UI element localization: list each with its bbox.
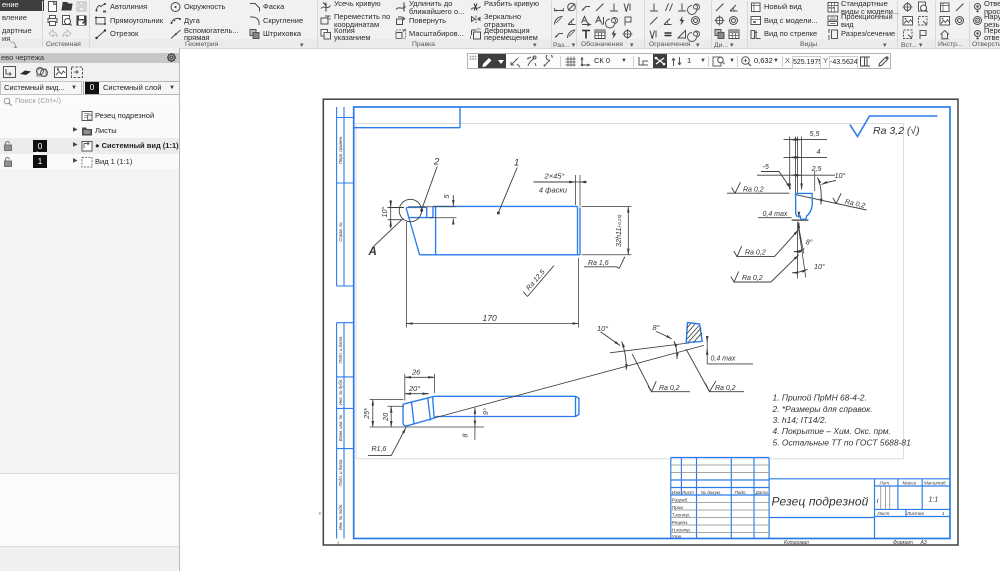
svg-text:Справ. №: Справ. № bbox=[338, 222, 343, 242]
svg-text:170: 170 bbox=[483, 313, 497, 323]
svg-text:Ra 0,2: Ra 0,2 bbox=[659, 385, 680, 392]
svg-text:25*: 25* bbox=[364, 408, 371, 420]
svg-text:А: А bbox=[368, 246, 377, 258]
svg-text:26: 26 bbox=[411, 367, 421, 376]
svg-text:4: 4 bbox=[817, 147, 821, 156]
svg-text:Подп. и дата: Подп. и дата bbox=[338, 336, 343, 364]
svg-text:20: 20 bbox=[383, 413, 390, 422]
svg-text:R1,6: R1,6 bbox=[372, 446, 387, 453]
svg-text:1. Припой ПрМН 68-4-2.: 1. Припой ПрМН 68-4-2. bbox=[773, 393, 867, 403]
svg-text:Пров.: Пров. bbox=[672, 505, 684, 510]
svg-text:Подп. и дата: Подп. и дата bbox=[338, 459, 343, 487]
svg-text:10°: 10° bbox=[380, 206, 389, 217]
svg-text:Т.контр.: Т.контр. bbox=[672, 512, 691, 517]
svg-text:А3: А3 bbox=[920, 540, 927, 546]
svg-text:0,4 max: 0,4 max bbox=[711, 355, 736, 362]
svg-text:Утв.: Утв. bbox=[672, 534, 682, 539]
svg-text:Лист: Лист bbox=[681, 490, 694, 495]
svg-text:Масса: Масса bbox=[903, 481, 917, 486]
svg-text:8: 8 bbox=[463, 433, 470, 437]
svg-text:Изм.: Изм. bbox=[672, 490, 682, 495]
svg-text:Масштаб: Масштаб bbox=[924, 481, 946, 486]
svg-text:5. Остальные ТТ по ГОСТ 5688-8: 5. Остальные ТТ по ГОСТ 5688-81 bbox=[773, 437, 911, 447]
svg-text:-5: -5 bbox=[763, 162, 770, 171]
svg-text:Ra 1,6: Ra 1,6 bbox=[588, 260, 609, 267]
svg-text:2,5: 2,5 bbox=[811, 164, 823, 173]
svg-text:20°: 20° bbox=[408, 384, 420, 393]
svg-text:10°: 10° bbox=[814, 262, 825, 271]
svg-text:Инв. № дубл.: Инв. № дубл. bbox=[338, 379, 343, 405]
svg-text:4 фаски: 4 фаски bbox=[539, 186, 568, 195]
svg-text:3. h14; IT14/2.: 3. h14; IT14/2. bbox=[773, 415, 827, 425]
svg-text:Резец подрезной: Резец подрезной bbox=[772, 495, 869, 509]
svg-text:Ra 3,2 (√): Ra 3,2 (√) bbox=[873, 125, 920, 137]
svg-text:№ докум.: № докум. bbox=[701, 490, 721, 495]
svg-text:10°: 10° bbox=[835, 171, 846, 180]
svg-text:1: 1 bbox=[942, 511, 945, 516]
svg-text:1: 1 bbox=[514, 158, 519, 169]
svg-text:Н.контр.: Н.контр. bbox=[672, 527, 691, 532]
svg-text:5,5: 5,5 bbox=[810, 129, 821, 138]
svg-text:Листов: Листов bbox=[906, 511, 924, 516]
svg-text:Ra 0,2: Ra 0,2 bbox=[742, 275, 763, 282]
svg-text:Ra 0,2: Ra 0,2 bbox=[745, 250, 766, 257]
svg-text:Формат: Формат bbox=[893, 540, 913, 546]
svg-text:10°: 10° bbox=[597, 324, 608, 333]
svg-text:2×45°: 2×45° bbox=[544, 172, 565, 181]
svg-text:0,4 max: 0,4 max bbox=[763, 211, 788, 218]
svg-text:Лит.: Лит. bbox=[879, 481, 891, 486]
svg-text:Перв. примен.: Перв. примен. bbox=[338, 136, 343, 165]
svg-text:Дата: Дата bbox=[755, 490, 769, 495]
svg-text:2. *Размеры для справок.: 2. *Размеры для справок. bbox=[772, 404, 873, 414]
svg-text:Ra 0,2: Ra 0,2 bbox=[743, 186, 764, 193]
svg-text:4. Покрытие – Хим. Окс. прм.: 4. Покрытие – Хим. Окс. прм. bbox=[773, 426, 891, 436]
svg-text:8°: 8° bbox=[806, 237, 813, 246]
svg-text:8°: 8° bbox=[653, 323, 660, 332]
svg-text:Инв. № подл.: Инв. № подл. bbox=[338, 504, 343, 531]
svg-text:Лист: Лист bbox=[877, 511, 890, 516]
svg-text:Разраб.: Разраб. bbox=[672, 497, 689, 502]
svg-text:Ra 0,2: Ra 0,2 bbox=[715, 385, 736, 392]
svg-text:Взам. инв. №: Взам. инв. № bbox=[338, 414, 343, 441]
svg-text:Копировал: Копировал bbox=[784, 540, 809, 546]
svg-text:x: x bbox=[319, 511, 322, 517]
svg-text:1:1: 1:1 bbox=[929, 497, 939, 504]
svg-text:2: 2 bbox=[433, 157, 440, 168]
svg-text:Подп.: Подп. bbox=[735, 490, 747, 495]
svg-text:Реценз.: Реценз. bbox=[672, 520, 689, 525]
